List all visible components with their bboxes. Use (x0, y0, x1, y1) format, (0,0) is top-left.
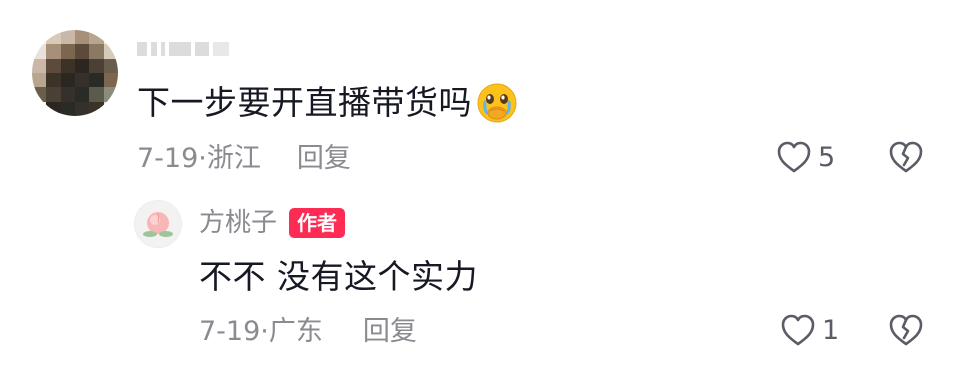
comment-dislike-button[interactable] (888, 140, 924, 178)
commenter-name-redacted[interactable] (137, 38, 229, 60)
avatar-mosaic-tile (32, 30, 47, 45)
avatar-mosaic-tile (103, 44, 118, 59)
comment-separator: · (198, 143, 207, 174)
avatar-mosaic-tile (46, 30, 61, 45)
avatar-mosaic-tile (103, 30, 118, 45)
avatar-mosaic-tile (46, 58, 61, 73)
comment-location: 浙江 (206, 143, 261, 174)
heart-outline-icon (781, 314, 815, 346)
avatar-mosaic-tile (60, 58, 75, 73)
avatar-mosaic-tile (74, 101, 90, 116)
commenter-avatar[interactable] (32, 30, 118, 116)
avatar-mosaic-tile (103, 101, 118, 116)
broken-heart-icon (889, 141, 923, 173)
reply-dislike-button[interactable] (888, 313, 924, 351)
avatar-mosaic-tile (89, 101, 104, 116)
avatar-mosaic-tile (46, 72, 61, 88)
avatar-mosaic-tile (46, 87, 61, 102)
broken-heart-icon (889, 314, 923, 346)
avatar-mosaic-tile (60, 101, 75, 116)
avatar-mosaic-tile (74, 58, 90, 73)
avatar-mosaic-tile (103, 72, 118, 88)
author-badge: 作者 (289, 208, 346, 238)
avatar-mosaic-tile (89, 44, 104, 59)
reply-date: 7-19 (199, 316, 261, 347)
reply-author-row: 方桃子 作者 (199, 205, 346, 241)
avatar-mosaic-tile (74, 44, 90, 59)
comment-meta: 7-19 · 浙江 回复 (137, 141, 351, 177)
comment-body: 下一步要开直播带货吗 (137, 80, 518, 126)
crying-face-emoji-icon (476, 82, 518, 124)
reply-location: 广东 (268, 316, 323, 347)
author-avatar[interactable] (134, 200, 182, 248)
avatar-mosaic-tile (32, 44, 47, 59)
reply-body: 不不 没有这个实力 (199, 257, 478, 296)
heart-outline-icon (777, 141, 811, 173)
comment-text: 下一步要开直播带货吗 (137, 83, 472, 122)
avatar-mosaic-tile (60, 30, 75, 45)
comment-like-button[interactable]: 5 (776, 140, 835, 174)
avatar-mosaic-tile (74, 72, 90, 88)
avatar-mosaic-tile (103, 87, 118, 102)
avatar-mosaic-tile (32, 72, 47, 88)
avatar-mosaic-tile (89, 72, 104, 88)
author-name[interactable]: 方桃子 (199, 205, 277, 241)
reply-like-count: 1 (822, 314, 840, 346)
comment-reply-button[interactable]: 回复 (297, 141, 351, 177)
avatar-mosaic-tile (89, 30, 104, 45)
avatar-mosaic-tile (46, 44, 61, 59)
avatar-mosaic-tile (89, 87, 104, 102)
avatar-mosaic-tile (60, 72, 75, 88)
reply-separator: · (260, 316, 269, 347)
reply-meta: 7-19 · 广东 回复 (199, 314, 417, 350)
avatar-mosaic-tile (74, 30, 90, 45)
reply-like-button[interactable]: 1 (780, 313, 839, 347)
peach-icon (135, 201, 181, 247)
avatar-mosaic-tile (103, 58, 118, 73)
avatar-mosaic-tile (60, 44, 75, 59)
avatar-mosaic-tile (32, 58, 47, 73)
avatar-mosaic-tile (60, 87, 75, 102)
avatar-mosaic-tile (46, 101, 61, 116)
avatar-mosaic-tile (89, 58, 104, 73)
comment-like-count: 5 (818, 141, 836, 173)
reply-reply-button[interactable]: 回复 (363, 314, 417, 350)
avatar-mosaic-tile (32, 101, 47, 116)
comment-date: 7-19 (137, 143, 199, 174)
avatar-mosaic-tile (32, 87, 47, 102)
avatar-mosaic-tile (74, 87, 90, 102)
